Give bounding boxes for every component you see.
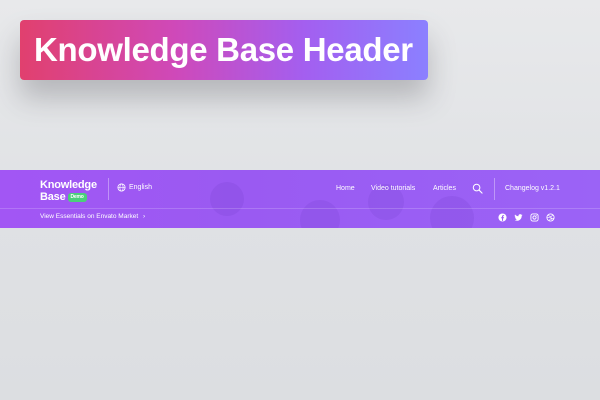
header-row-divider: [0, 208, 600, 209]
search-divider: [494, 178, 495, 200]
logo-line-1: Knowledge: [40, 179, 97, 191]
instagram-icon[interactable]: [530, 213, 539, 222]
banner-title: Knowledge Base Header: [34, 31, 413, 68]
changelog-link[interactable]: Changelog v1.2.1: [505, 185, 560, 192]
language-label: English: [129, 184, 152, 191]
title-banner: Knowledge Base Header: [20, 20, 428, 80]
search-icon[interactable]: [472, 183, 483, 194]
dribbble-icon[interactable]: [546, 213, 555, 222]
nav-articles[interactable]: Articles: [433, 185, 456, 192]
envato-market-link[interactable]: View Essentials on Envato Market ›: [40, 213, 145, 220]
envato-link-label: View Essentials on Envato Market: [40, 213, 139, 220]
logo-divider: [108, 178, 109, 200]
header-top-row: Knowledge Base Demo English Home Video t…: [0, 170, 600, 208]
kb-header: Knowledge Base Demo English Home Video t…: [0, 170, 600, 228]
nav-home[interactable]: Home: [336, 185, 355, 192]
twitter-icon[interactable]: [514, 213, 523, 222]
facebook-icon[interactable]: [498, 213, 507, 222]
nav-video-tutorials[interactable]: Video tutorials: [371, 185, 415, 192]
logo-line-2: Base: [40, 191, 66, 203]
chevron-right-icon: ›: [142, 213, 146, 220]
logo-line-2-wrap: Base Demo: [40, 191, 97, 203]
language-selector[interactable]: English: [117, 183, 152, 192]
demo-badge: Demo: [67, 192, 87, 202]
globe-icon: [117, 183, 126, 192]
site-logo[interactable]: Knowledge Base Demo: [40, 179, 97, 203]
